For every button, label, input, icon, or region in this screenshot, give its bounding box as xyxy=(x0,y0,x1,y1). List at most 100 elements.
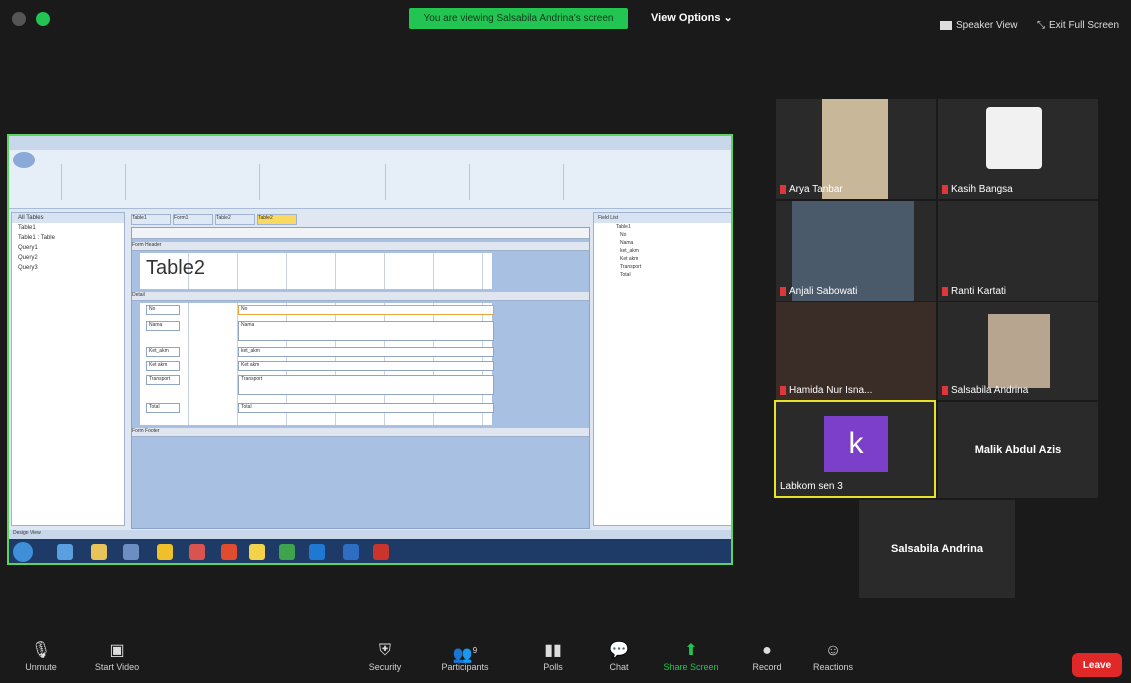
field-textbox[interactable]: No xyxy=(238,305,494,315)
form-title[interactable]: Table2 xyxy=(146,257,205,280)
unmute-button[interactable]: 🎙 Unmute xyxy=(6,640,76,672)
object-tab[interactable]: Table2 xyxy=(215,214,255,225)
object-tab[interactable]: Table1 xyxy=(131,214,171,225)
exit-full-screen-label: Exit Full Screen xyxy=(1049,20,1120,31)
field-list-item[interactable]: ket_akm xyxy=(594,247,731,255)
form-header-bar[interactable]: Form Header xyxy=(132,242,589,251)
shield-icon[interactable] xyxy=(36,12,50,26)
field-list-item[interactable]: Table1 xyxy=(594,223,731,231)
field-textbox[interactable]: Transport xyxy=(238,375,494,395)
info-icon[interactable] xyxy=(12,12,26,26)
folder-icon[interactable] xyxy=(91,544,107,560)
reactions-button[interactable]: ☺ Reactions xyxy=(798,640,868,672)
speaker-view-icon xyxy=(940,21,952,30)
shared-screen[interactable]: All Tables Table1 Table1 : Table Query1 … xyxy=(7,134,733,565)
form-footer-bar[interactable]: Form Footer xyxy=(132,428,589,437)
nav-item[interactable]: Query1 xyxy=(12,243,124,253)
polls-label: Polls xyxy=(543,662,563,672)
video-off-icon: ▣ xyxy=(109,642,125,659)
field-label[interactable]: Nama xyxy=(146,321,180,331)
field-list-item[interactable]: Nama xyxy=(594,239,731,247)
participants-count: 9 xyxy=(472,646,478,655)
ribbon-group xyxy=(473,164,564,200)
app-icon[interactable] xyxy=(279,544,295,560)
participant-name: Kasih Bangsa xyxy=(942,184,1013,195)
zoom-icon[interactable] xyxy=(309,544,325,560)
field-label[interactable]: Total xyxy=(146,403,180,413)
exit-full-screen-button[interactable]: ⤡ Exit Full Screen xyxy=(1037,20,1119,31)
nav-item[interactable]: Table1 : Table xyxy=(12,233,124,243)
record-button[interactable]: ● Record xyxy=(732,640,802,672)
participant-tile[interactable]: Salsabila Andrina xyxy=(859,500,1015,598)
nav-header[interactable]: All Tables xyxy=(12,213,124,223)
field-label[interactable]: Transport xyxy=(146,375,180,385)
detail-bar[interactable]: Detail xyxy=(132,292,589,301)
speaker-view-label: Speaker View xyxy=(956,20,1018,31)
participant-profile-image xyxy=(986,107,1042,169)
participant-tile[interactable]: Salsabila Andrina xyxy=(938,302,1098,400)
app-icon[interactable] xyxy=(343,544,359,560)
muted-mic-icon xyxy=(942,386,948,395)
app-icon[interactable] xyxy=(123,544,139,560)
polls-button[interactable]: ▮▮ Polls xyxy=(518,640,588,672)
app-icon[interactable] xyxy=(189,544,205,560)
field-textbox[interactable]: Nama xyxy=(238,321,494,341)
speaker-view-button[interactable]: Speaker View xyxy=(940,20,1018,31)
app-icon[interactable] xyxy=(157,544,173,560)
navigation-pane[interactable]: All Tables Table1 Table1 : Table Query1 … xyxy=(11,212,125,526)
participant-name: Arya Tanbar xyxy=(780,184,843,195)
field-list-pane[interactable]: Field List Table1 No Nama ket_akm Ket ak… xyxy=(593,212,731,526)
participant-tile[interactable]: Kasih Bangsa xyxy=(938,99,1098,199)
field-textbox[interactable]: Total xyxy=(238,403,494,413)
security-label: Security xyxy=(368,662,402,672)
participant-name: Anjali Sabowati xyxy=(780,286,857,297)
muted-mic-icon xyxy=(942,287,948,296)
nav-item[interactable]: Query3 xyxy=(12,263,124,273)
field-label[interactable]: No xyxy=(146,305,180,315)
leave-button[interactable]: Leave xyxy=(1072,653,1122,677)
chat-button[interactable]: 💬 Chat xyxy=(584,640,654,672)
field-list-item[interactable]: No xyxy=(594,231,731,239)
access-icon[interactable] xyxy=(373,544,389,560)
muted-mic-icon: 🎙 xyxy=(30,642,52,659)
ribbon-group xyxy=(389,164,470,200)
nav-item[interactable]: Query2 xyxy=(12,253,124,263)
form-header-band: Table2 xyxy=(140,253,492,289)
start-video-button[interactable]: ▣ Start Video xyxy=(82,640,152,672)
security-button[interactable]: ⛨ Security xyxy=(350,640,420,672)
app-icon[interactable] xyxy=(249,544,265,560)
field-textbox[interactable]: Ket akm xyxy=(238,361,494,371)
participant-tile[interactable]: Anjali Sabowati xyxy=(776,201,936,301)
field-list-item[interactable]: Total xyxy=(594,271,731,279)
ribbon xyxy=(9,150,731,209)
field-list-item[interactable]: Transport xyxy=(594,263,731,271)
viewing-banner: You are viewing Salsabila Andrina's scre… xyxy=(409,8,628,29)
field-label[interactable]: Ket akm xyxy=(146,361,180,371)
participant-tile[interactable]: Malik Abdul Azis xyxy=(938,402,1098,498)
object-tab-active[interactable]: Table2 xyxy=(257,214,297,225)
object-tab[interactable]: Form1 xyxy=(173,214,213,225)
share-screen-button[interactable]: ⬆ Share Screen xyxy=(656,640,726,672)
polls-icon: ▮▮ xyxy=(544,642,562,659)
participant-tile[interactable]: Arya Tanbar xyxy=(776,99,936,199)
participant-name: Salsabila Andrina xyxy=(942,385,1028,396)
nav-item[interactable]: Table1 xyxy=(12,223,124,233)
field-textbox[interactable]: ket_akm xyxy=(238,347,494,357)
start-button-icon[interactable] xyxy=(13,542,33,562)
participants-button[interactable]: 👥9 Participants xyxy=(430,640,500,672)
participant-tile[interactable]: Hamida Nur Isna... xyxy=(776,302,936,400)
ruler xyxy=(132,228,589,239)
chrome-icon[interactable] xyxy=(221,544,237,560)
ie-icon[interactable] xyxy=(57,544,73,560)
reactions-icon: ☺ xyxy=(824,642,842,659)
participant-tile[interactable]: Ranti Kartati xyxy=(938,201,1098,301)
muted-mic-icon xyxy=(780,287,786,296)
ribbon-group xyxy=(65,164,126,200)
form-design-area[interactable]: Form Header Table2 Detail No No Nama Nam… xyxy=(131,227,590,529)
field-label[interactable]: Ket_akm xyxy=(146,347,180,357)
chat-icon: 💬 xyxy=(609,642,629,659)
view-options-button[interactable]: View Options ⌄ xyxy=(651,11,733,24)
field-list-item[interactable]: Ket akm xyxy=(594,255,731,263)
muted-mic-icon xyxy=(942,185,948,194)
participant-tile-active-speaker[interactable]: k Labkom sen 3 xyxy=(774,400,936,498)
